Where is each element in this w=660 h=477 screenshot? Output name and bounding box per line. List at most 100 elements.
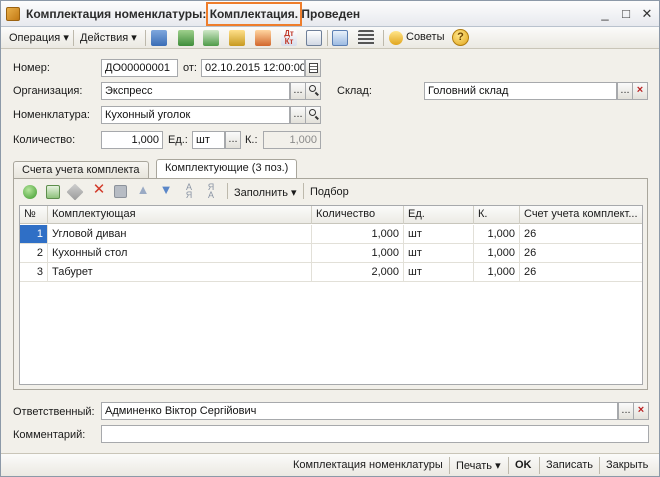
operation-menu[interactable]: Операция ▾ — [9, 31, 69, 44]
column-header-account[interactable]: Счет учета комплект... — [520, 206, 642, 224]
row-unit[interactable]: шт — [404, 225, 474, 244]
save-button[interactable]: Записать — [546, 459, 593, 471]
k-field: 1,000 — [263, 131, 321, 149]
advice-button[interactable]: Советы — [406, 31, 444, 43]
close-button[interactable]: Закрыть — [606, 459, 648, 471]
date-label: от: — [183, 62, 197, 74]
delete-icon[interactable]: ✕ — [92, 182, 106, 197]
tab-components[interactable]: Комплектующие (3 поз.) — [156, 159, 298, 180]
unit-field[interactable]: шт — [192, 131, 225, 149]
toolbar-separator — [508, 457, 509, 474]
row-unit[interactable]: шт — [404, 263, 474, 282]
comment-field[interactable] — [101, 425, 649, 443]
move-up-icon[interactable]: ▲ — [136, 183, 150, 197]
row-k[interactable]: 1,000 — [474, 244, 520, 263]
row-account[interactable]: 26 — [520, 225, 642, 244]
row-quantity[interactable]: 1,000 — [312, 225, 404, 244]
end-edit-icon[interactable] — [114, 185, 127, 198]
post-icon[interactable] — [229, 30, 245, 46]
title-bar: Комплектация номенклатуры: Комплектация.… — [1, 1, 659, 27]
debit-credit-icon[interactable]: Дт Кт — [281, 30, 297, 46]
edit-icon[interactable] — [66, 183, 84, 201]
post-and-close-icon[interactable] — [151, 30, 167, 46]
number-field[interactable]: ДО00000001 — [101, 59, 178, 77]
item-field[interactable]: Кухонный уголок — [101, 106, 290, 124]
hierarchy-icon[interactable] — [332, 30, 348, 46]
row-component[interactable]: Угловой диван — [48, 225, 312, 244]
warehouse-clear-button[interactable]: × — [632, 82, 648, 100]
toolbar-separator — [383, 30, 384, 46]
pick-button[interactable]: Подбор — [310, 186, 349, 198]
ok-button[interactable]: OK — [515, 459, 532, 471]
item-open-button[interactable] — [305, 106, 321, 124]
table-row[interactable]: 3 Табурет 2,000 шт 1,000 26 — [20, 263, 642, 282]
copy-row-icon[interactable] — [46, 185, 60, 199]
toolbar-separator — [539, 457, 540, 474]
row-k[interactable]: 1,000 — [474, 225, 520, 244]
row-number[interactable]: 3 — [20, 263, 48, 282]
main-toolbar: Операция ▾ Действия ▾ Дт Кт Советы ? — [1, 27, 659, 49]
column-header-number[interactable]: № — [20, 206, 48, 224]
row-number[interactable]: 2 — [20, 244, 48, 263]
help-icon[interactable]: ? — [452, 29, 469, 46]
toolbar-separator — [327, 30, 328, 46]
table-header: № Комплектующая Количество Ед. К. Счет у… — [20, 206, 642, 224]
document-link-button[interactable]: Комплектация номенклатуры — [293, 459, 443, 471]
responsible-select-button[interactable]: ... — [618, 402, 634, 420]
print-menu[interactable]: Печать ▾ — [456, 459, 501, 472]
responsible-clear-button[interactable]: × — [633, 402, 649, 420]
row-account[interactable]: 26 — [520, 263, 642, 282]
table-row[interactable]: 1 Угловой диван 1,000 шт 1,000 26 — [20, 225, 642, 244]
advice-icon[interactable] — [389, 31, 403, 45]
row-account[interactable]: 26 — [520, 244, 642, 263]
item-select-button[interactable]: ... — [290, 106, 306, 124]
column-header-unit[interactable]: Ед. — [404, 206, 474, 224]
column-header-component[interactable]: Комплектующая — [48, 206, 312, 224]
maximize-button[interactable]: □ — [618, 6, 634, 22]
minimize-button[interactable]: _ — [597, 6, 613, 22]
organization-select-button[interactable]: ... — [290, 82, 306, 100]
item-label: Номенклатура: — [13, 109, 90, 121]
copy-icon[interactable] — [203, 30, 219, 46]
unit-select-button[interactable]: ... — [225, 131, 241, 149]
refresh-icon[interactable] — [178, 30, 194, 46]
document-window: Комплектация номенклатуры: Комплектация.… — [0, 0, 660, 477]
sort-ascending-icon[interactable]: АЯ — [182, 183, 196, 200]
organization-open-button[interactable] — [305, 82, 321, 100]
bottom-command-bar: Комплектация номенклатуры Печать ▾ OK За… — [1, 453, 659, 476]
components-table: № Комплектующая Количество Ед. К. Счет у… — [19, 205, 643, 385]
column-header-quantity[interactable]: Количество — [312, 206, 404, 224]
date-field[interactable]: 02.10.2015 12:00:00 — [201, 59, 305, 77]
row-k[interactable]: 1,000 — [474, 263, 520, 282]
warehouse-label: Склад: — [337, 85, 372, 97]
row-component[interactable]: Табурет — [48, 263, 312, 282]
row-quantity[interactable]: 1,000 — [312, 244, 404, 263]
unpost-icon[interactable] — [255, 30, 271, 46]
row-quantity[interactable]: 2,000 — [312, 263, 404, 282]
calendar-button[interactable] — [305, 59, 321, 77]
quantity-field[interactable]: 1,000 — [101, 131, 163, 149]
row-component[interactable]: Кухонный стол — [48, 244, 312, 263]
responsible-field[interactable]: Админенко Віктор Сергійович — [101, 402, 618, 420]
row-unit[interactable]: шт — [404, 244, 474, 263]
responsible-label: Ответственный: — [13, 406, 95, 418]
row-number[interactable]: 1 — [20, 225, 48, 244]
organization-field[interactable]: Экспресс — [101, 82, 290, 100]
document-icon — [6, 7, 20, 21]
table-row[interactable]: 2 Кухонный стол 1,000 шт 1,000 26 — [20, 244, 642, 263]
structure-icon[interactable] — [306, 30, 322, 46]
sort-descending-icon[interactable]: ЯА — [204, 183, 218, 200]
column-header-k[interactable]: К. — [474, 206, 520, 224]
comment-label: Комментарий: — [13, 429, 86, 441]
fill-menu[interactable]: Заполнить ▾ — [234, 186, 297, 199]
organization-label: Организация: — [13, 85, 83, 97]
close-window-button[interactable]: ✕ — [639, 6, 655, 22]
list-view-icon[interactable] — [358, 30, 374, 46]
warehouse-select-button[interactable]: ... — [617, 82, 633, 100]
warehouse-field[interactable]: Головний склад — [424, 82, 617, 100]
calendar-icon — [309, 63, 318, 73]
toolbar-separator — [145, 30, 146, 46]
add-icon[interactable] — [23, 185, 37, 199]
actions-menu[interactable]: Действия ▾ — [80, 31, 137, 44]
move-down-icon[interactable]: ▼ — [159, 183, 173, 197]
